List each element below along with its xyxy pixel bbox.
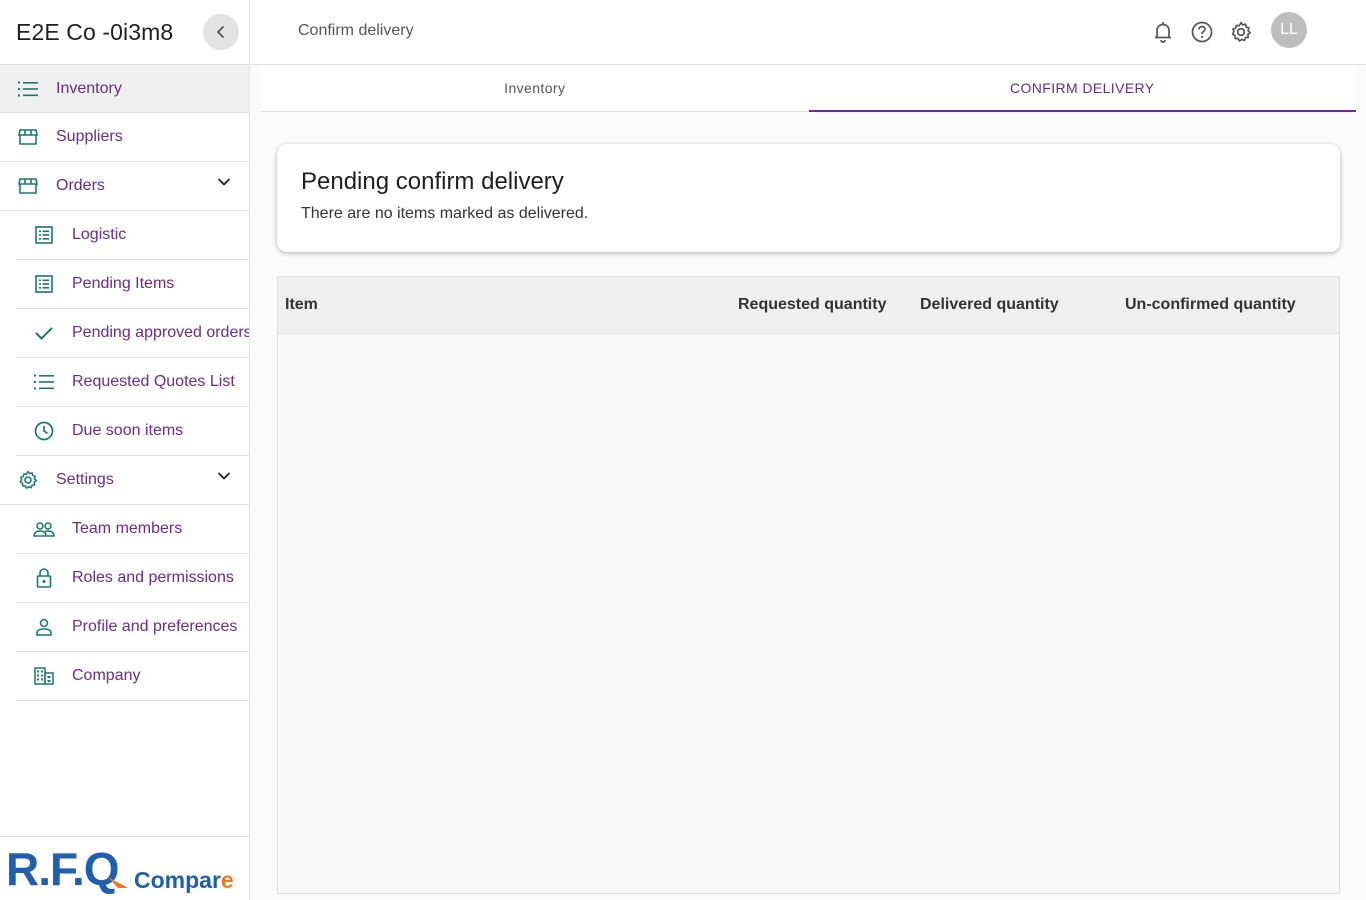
- main-content: Inventory CONFIRM DELIVERY Pending confi…: [250, 65, 1366, 900]
- column-header-item[interactable]: Item: [285, 296, 318, 314]
- svg-text:Compare: Compare: [134, 867, 234, 893]
- delivery-table: Item Requested quantity Delivered quanti…: [277, 276, 1340, 894]
- chevron-down-icon: [218, 472, 230, 480]
- rfq-compare-logo: R.F.Q Compare: [0, 836, 250, 900]
- people-icon: [32, 517, 56, 541]
- sidebar-item-label: Logistic: [72, 226, 127, 243]
- sidebar-item-label: Suppliers: [56, 128, 123, 145]
- avatar-initials: LL: [1280, 21, 1298, 38]
- svg-text:R.F.Q: R.F.Q: [6, 843, 119, 895]
- building-icon: [32, 664, 56, 688]
- sidebar-item-due-soon-items[interactable]: Due soon items: [16, 407, 249, 456]
- sidebar-item-label: Team members: [72, 520, 183, 537]
- sidebar-item-pending-items[interactable]: Pending Items: [16, 260, 249, 309]
- table-header: Item Requested quantity Delivered quanti…: [278, 277, 1339, 334]
- sidebar-item-roles-and-permissions[interactable]: Roles and permissions: [16, 554, 249, 603]
- sidebar-item-suppliers[interactable]: Suppliers: [0, 113, 249, 162]
- lock-icon: [32, 566, 56, 590]
- gear-icon: [16, 468, 40, 492]
- sidebar-item-team-members[interactable]: Team members: [16, 505, 249, 554]
- sidebar-item-label: Orders: [56, 177, 105, 194]
- sidebar-item-pending-approved-orders[interactable]: Pending approved orders: [16, 309, 249, 358]
- receipt-icon: [32, 223, 56, 247]
- card-title: Pending confirm delivery: [301, 168, 564, 195]
- bell-icon[interactable]: [1151, 20, 1175, 44]
- sidebar-item-label: Roles and permissions: [72, 569, 234, 586]
- receipt-icon: [32, 272, 56, 296]
- avatar[interactable]: LL: [1271, 12, 1307, 48]
- sidebar-item-label: Requested Quotes List: [72, 373, 235, 390]
- page-title: Confirm delivery: [298, 22, 414, 39]
- person-icon: [32, 615, 56, 639]
- sidebar-item-label: Pending approved orders: [72, 324, 249, 341]
- tab-inventory[interactable]: Inventory: [261, 65, 809, 111]
- sidebar-item-label: Pending Items: [72, 275, 175, 292]
- brand-row: E2E Co -0i3m8: [0, 0, 249, 64]
- sidebar-item-logistic[interactable]: Logistic: [16, 211, 249, 260]
- tab-label: CONFIRM DELIVERY: [1009, 80, 1155, 96]
- sidebar-nav: Inventory Suppliers Orders Logistic Pend…: [0, 64, 249, 701]
- check-icon: [32, 321, 56, 345]
- sidebar-item-label: Profile and preferences: [72, 618, 238, 635]
- sidebar-item-company[interactable]: Company: [16, 652, 249, 701]
- column-header-delivered-quantity[interactable]: Delivered quantity: [920, 296, 1059, 314]
- list-icon: [16, 77, 40, 101]
- pending-confirm-delivery-card: Pending confirm delivery There are no it…: [277, 144, 1340, 252]
- list-icon: [32, 370, 56, 394]
- column-header-requested-quantity[interactable]: Requested quantity: [738, 296, 886, 314]
- tab-label: Inventory: [504, 80, 566, 96]
- sidebar-item-inventory[interactable]: Inventory: [0, 64, 249, 113]
- help-icon[interactable]: [1190, 20, 1214, 44]
- sidebar-item-label: Settings: [56, 471, 114, 488]
- chevron-left-icon: [217, 26, 224, 38]
- sidebar-item-requested-quotes-list[interactable]: Requested Quotes List: [16, 358, 249, 407]
- column-header-unconfirmed-quantity[interactable]: Un-confirmed quantity: [1125, 296, 1296, 314]
- sidebar-item-profile-and-preferences[interactable]: Profile and preferences: [16, 603, 249, 652]
- company-name: E2E Co -0i3m8: [16, 18, 174, 45]
- store-icon: [16, 125, 40, 149]
- tab-confirm-delivery[interactable]: CONFIRM DELIVERY: [808, 65, 1357, 112]
- sidebar-item-label: Inventory: [56, 79, 122, 97]
- collapse-sidebar-button[interactable]: [203, 14, 239, 50]
- sidebar-item-orders[interactable]: Orders: [0, 162, 249, 211]
- store-icon: [16, 174, 40, 198]
- tab-bar: Inventory CONFIRM DELIVERY: [261, 65, 1356, 112]
- settings-gear-icon[interactable]: [1229, 20, 1253, 44]
- clock-icon: [32, 419, 56, 443]
- sidebar-item-label: Company: [72, 667, 141, 684]
- chevron-down-icon: [218, 178, 230, 186]
- sidebar: E2E Co -0i3m8 Inventory Suppliers Orders: [0, 0, 250, 900]
- sidebar-item-label: Due soon items: [72, 422, 184, 439]
- top-bar: Confirm delivery LL: [250, 0, 1366, 65]
- empty-state-message: There are no items marked as delivered.: [301, 205, 589, 222]
- sidebar-item-settings[interactable]: Settings: [0, 456, 249, 505]
